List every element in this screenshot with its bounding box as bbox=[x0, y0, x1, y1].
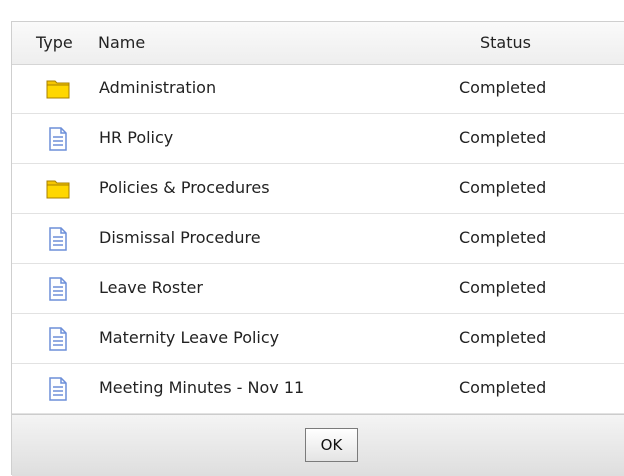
document-icon bbox=[46, 327, 70, 351]
column-header-status[interactable]: Status bbox=[480, 33, 531, 53]
table-row[interactable]: HR Policy Completed bbox=[12, 114, 624, 164]
row-name: Leave Roster bbox=[99, 278, 203, 297]
row-status: Completed bbox=[459, 378, 547, 397]
table-header: Type Name Status bbox=[12, 22, 624, 65]
column-header-name[interactable]: Name bbox=[98, 33, 145, 53]
document-icon bbox=[46, 277, 70, 301]
folder-icon bbox=[46, 77, 70, 101]
table-row[interactable]: Leave Roster Completed bbox=[12, 264, 624, 314]
ok-button[interactable]: OK bbox=[305, 428, 358, 462]
row-status: Completed bbox=[459, 278, 547, 297]
status-dialog: Type Name Status Administration Complete… bbox=[11, 21, 624, 476]
column-header-type[interactable]: Type bbox=[36, 33, 73, 53]
row-name: HR Policy bbox=[99, 128, 174, 147]
table-row[interactable]: Maternity Leave Policy Completed bbox=[12, 314, 624, 364]
row-name: Maternity Leave Policy bbox=[99, 328, 280, 347]
folder-icon bbox=[46, 177, 70, 201]
table-row[interactable]: Meeting Minutes - Nov 11 Completed bbox=[12, 364, 624, 414]
row-name: Dismissal Procedure bbox=[99, 228, 261, 247]
document-icon bbox=[46, 127, 70, 151]
row-name: Meeting Minutes - Nov 11 bbox=[99, 378, 305, 397]
table-row[interactable]: Administration Completed bbox=[12, 64, 624, 114]
row-status: Completed bbox=[459, 328, 547, 347]
row-status: Completed bbox=[459, 78, 547, 97]
dialog-footer: OK bbox=[12, 414, 624, 476]
row-name: Administration bbox=[99, 78, 217, 97]
document-icon bbox=[46, 377, 70, 401]
table-body: Administration Completed HR Policy Compl… bbox=[12, 64, 624, 414]
table-row[interactable]: Dismissal Procedure Completed bbox=[12, 214, 624, 264]
document-icon bbox=[46, 227, 70, 251]
row-status: Completed bbox=[459, 178, 547, 197]
row-status: Completed bbox=[459, 228, 547, 247]
table-row[interactable]: Policies & Procedures Completed bbox=[12, 164, 624, 214]
row-name: Policies & Procedures bbox=[99, 178, 270, 197]
row-status: Completed bbox=[459, 128, 547, 147]
